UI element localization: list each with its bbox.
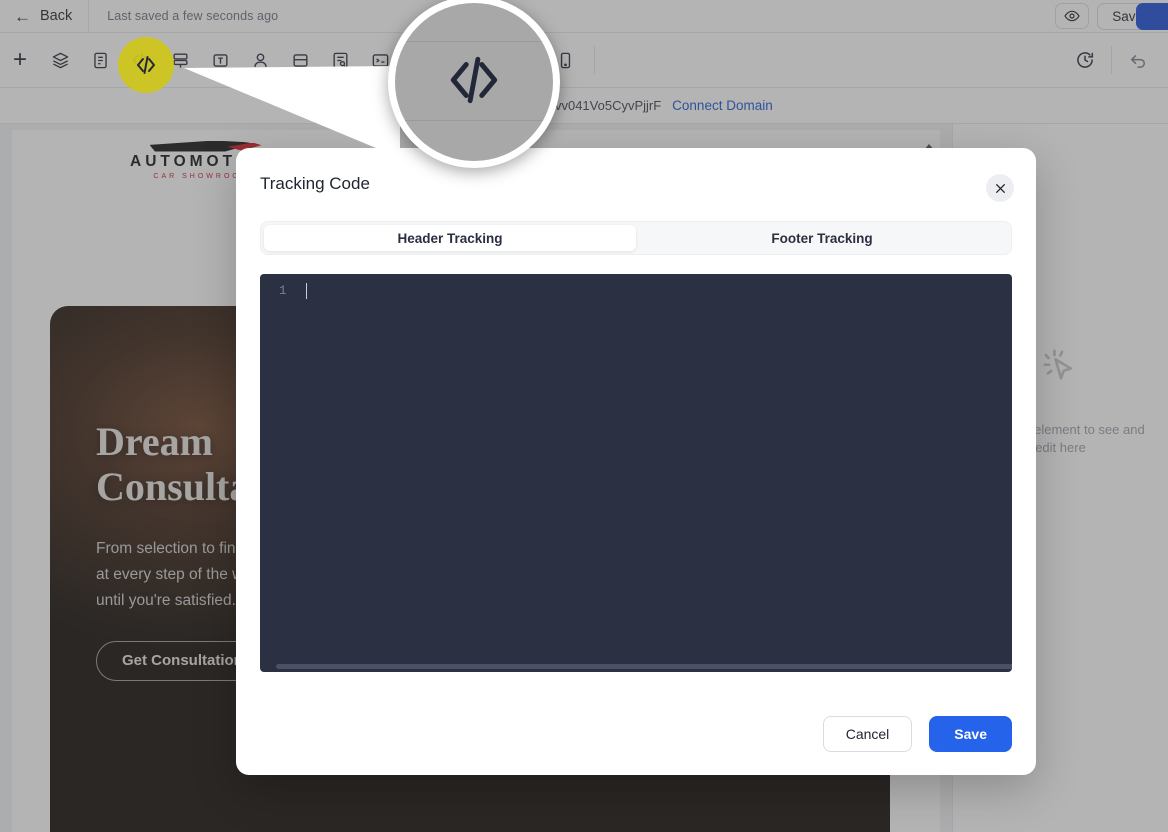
modal-title: Tracking Code	[260, 174, 370, 193]
close-icon[interactable]	[986, 174, 1014, 202]
tab-footer-tracking[interactable]: Footer Tracking	[636, 225, 1008, 251]
modal-action-bar: Cancel Save	[822, 716, 1012, 752]
magnifier-guide-line-bottom	[395, 120, 553, 121]
editor-line-number: 1	[279, 284, 287, 298]
cancel-button[interactable]: Cancel	[822, 716, 913, 752]
code-editor[interactable]: 1	[260, 274, 1012, 672]
tracking-code-modal: Tracking Code Header Tracking Footer Tra…	[236, 148, 1036, 775]
tracking-tabs: Header Tracking Footer Tracking	[260, 221, 1012, 255]
magnifier-guide-line-top	[395, 41, 553, 42]
editor-horizontal-scrollbar[interactable]	[276, 664, 1012, 669]
tab-header-tracking[interactable]: Header Tracking	[264, 225, 636, 251]
editor-caret	[306, 283, 307, 299]
screenshot-root: ← Back Last saved a few seconds ago Save…	[0, 0, 1168, 832]
magnifier-callout	[388, 0, 560, 168]
magnified-code-icon	[443, 49, 505, 116]
save-button[interactable]: Save	[929, 716, 1012, 752]
